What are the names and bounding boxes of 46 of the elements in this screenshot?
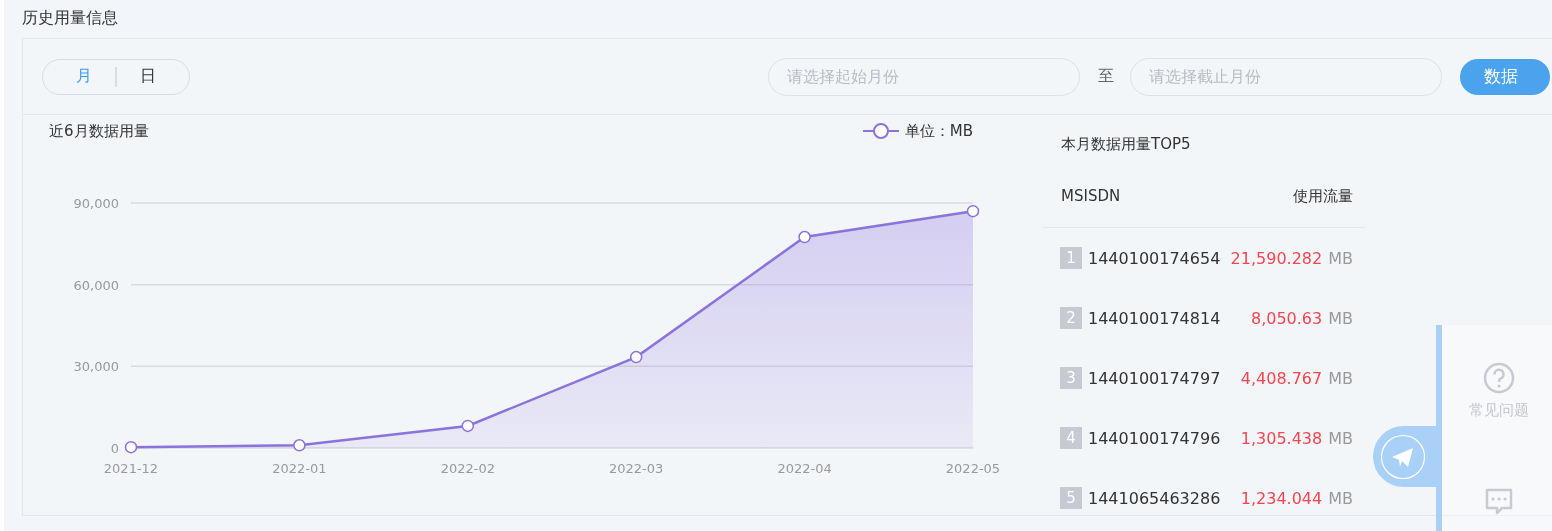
column-header: 使用流量: [1293, 187, 1353, 207]
x-axis-label: 2022-02: [440, 461, 495, 476]
usage-value: 21,590.282: [1230, 248, 1323, 268]
usage-value: 4,408.767: [1240, 368, 1323, 388]
range-separator: 至: [1098, 66, 1114, 87]
query-button[interactable]: 数据: [1460, 58, 1550, 95]
usage-value: 1,305.438: [1240, 428, 1323, 448]
data-point: [293, 439, 306, 452]
help-icon[interactable]: [1482, 361, 1516, 395]
x-axis-label: 2021-12: [103, 461, 159, 476]
legend-label: 单位：MB: [904, 121, 973, 141]
data-point: [798, 230, 811, 244]
data-point: [461, 419, 475, 433]
y-axis-label: 60,000: [73, 277, 119, 293]
period-tab[interactable]: 月: [53, 66, 115, 87]
data-point: [966, 204, 980, 218]
page-title: 历史用量信息: [21, 7, 119, 29]
data-point: [629, 350, 643, 364]
y-axis-label: 30,000: [73, 359, 119, 375]
table-title: 本月数据用量TOP5: [1060, 135, 1192, 155]
legend-line-icon: [862, 121, 899, 141]
msisdn-cell-text: 1440100174654: [1088, 248, 1222, 268]
y-axis-label: 90,000: [73, 196, 119, 211]
x-axis-label: 2022-03: [609, 461, 664, 476]
unit-label: MB: [1328, 308, 1353, 328]
x-axis-label: 2022-05: [945, 461, 1001, 476]
msisdn-cell-text: 1441065463286: [1088, 488, 1222, 508]
period-tab[interactable]: 日: [117, 66, 179, 87]
data-point: [124, 440, 138, 454]
x-axis-label: 2022-01: [272, 461, 327, 476]
paper-plane-icon: [1392, 447, 1413, 467]
x-axis-label: 2022-04: [777, 461, 832, 476]
unit-label: MB: [1328, 248, 1353, 268]
msisdn-cell-text: 1440100174814: [1088, 308, 1222, 328]
unit-label: MB: [1328, 368, 1353, 388]
end-month-field[interactable]: 请选择截止月份: [1130, 57, 1442, 96]
chart-title: 近6月数据用量: [49, 121, 149, 141]
y-axis-label: 0: [110, 441, 119, 456]
start-month-field[interactable]: 请选择起始月份: [768, 57, 1080, 96]
msisdn-cell-text: 1440100174796: [1088, 428, 1222, 448]
usage-value: 8,050.63: [1250, 308, 1323, 328]
column-header: MSISDN: [1061, 187, 1121, 207]
unit-label: MB: [1328, 428, 1353, 448]
msisdn-cell-text: 1440100174797: [1088, 368, 1222, 388]
usage-value: 1,234.044: [1240, 488, 1323, 508]
unit-label: MB: [1328, 488, 1353, 508]
